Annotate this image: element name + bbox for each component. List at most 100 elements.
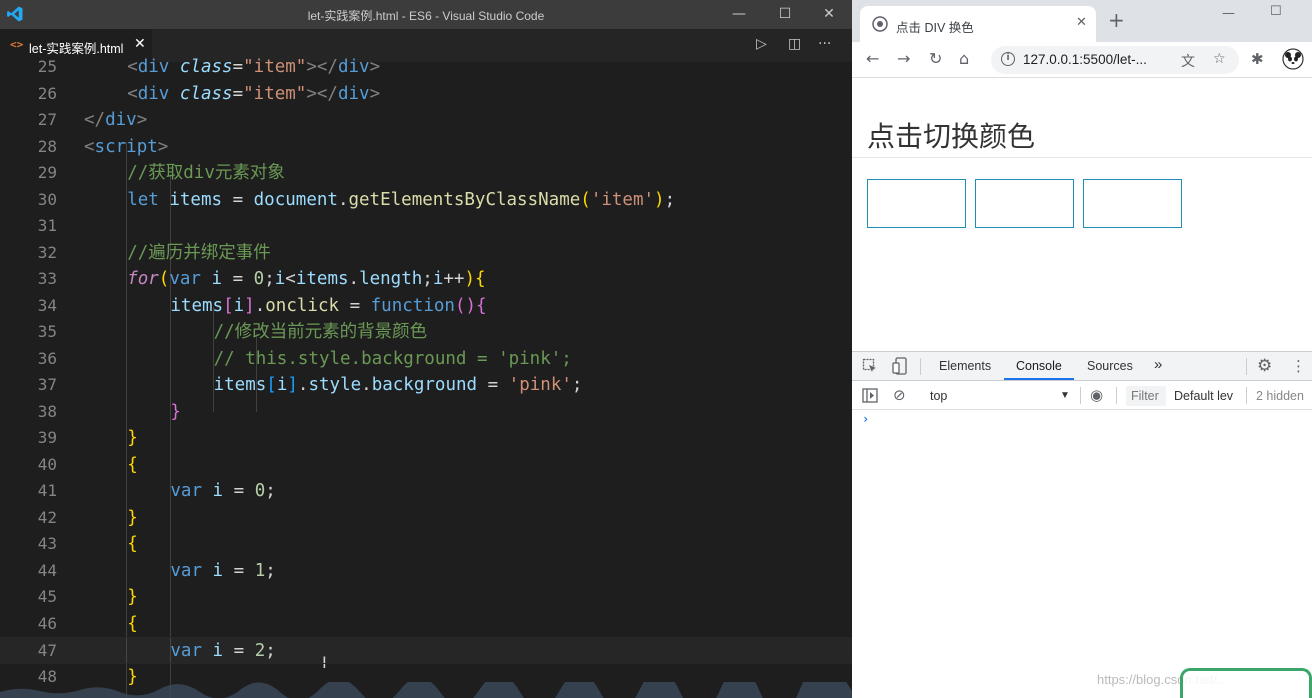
line-number: 30 <box>37 189 57 209</box>
code-token: items <box>213 375 267 395</box>
code-line[interactable]: 47 var i = 2; <box>0 637 852 664</box>
extensions-icon[interactable]: ✱ <box>1251 50 1264 68</box>
code-token: ] <box>287 375 298 395</box>
line-number: 41 <box>37 481 57 500</box>
code-token: 0 <box>253 269 265 289</box>
console-sidebar-icon[interactable] <box>862 388 878 403</box>
code-line[interactable]: 25 <div class="item"></div> <box>0 54 852 81</box>
browser-tabstrip: 点击 DIV 换色 ✕ + — ☐ <box>852 0 1312 42</box>
home-icon[interactable]: ⌂ <box>959 49 969 69</box>
code-token: items <box>169 189 223 210</box>
code-line[interactable]: 27 </div> <box>0 107 852 134</box>
more-vertical-icon[interactable]: ⋮ <box>1291 357 1306 375</box>
code-line[interactable]: 42} <box>0 505 852 532</box>
code-line[interactable]: 45} <box>0 584 852 611</box>
code-line[interactable]: 44 var i = 1; <box>0 558 852 585</box>
code-line[interactable]: 31 <box>0 213 852 240</box>
minimize-button[interactable]: — <box>716 0 762 29</box>
code-line[interactable]: 40 { <box>0 452 852 479</box>
close-tab-icon[interactable]: ✕ <box>1076 15 1087 30</box>
line-number: 37 <box>37 375 57 394</box>
close-window-button[interactable]: ✕ <box>806 0 852 29</box>
console-filter-input[interactable]: Filter <box>1126 386 1166 406</box>
address-bar[interactable]: i 127.0.0.1:5500/let-... 文 ☆ <box>991 46 1239 74</box>
code-line[interactable]: 43 { <box>0 531 852 558</box>
code-line[interactable]: 32 //遍历并绑定事件 <box>0 240 852 267</box>
color-item-1[interactable] <box>867 179 966 228</box>
line-number: 38 <box>37 401 57 421</box>
console-prompt[interactable]: › <box>862 412 869 426</box>
color-item-3[interactable] <box>1083 179 1182 228</box>
code-line[interactable]: 41 var i = 0; <box>0 478 852 505</box>
code-line[interactable]: 30 let items = document.getElementsByClas… <box>0 187 852 214</box>
code-line[interactable]: 37 items[i].style.background = 'pink'; <box>0 372 852 399</box>
code-token: //修改当前元素的背景颜色 <box>213 322 428 342</box>
clear-console-icon[interactable]: ⊘ <box>893 386 906 404</box>
code-token: for <box>127 269 159 289</box>
color-item-2[interactable] <box>975 179 1074 228</box>
code-token: . <box>348 269 360 289</box>
bookmark-star-icon[interactable]: ☆ <box>1213 51 1226 67</box>
tab-sources[interactable]: Sources <box>1087 359 1133 373</box>
code-line[interactable]: 33 for(var i = 0;i<items.length;i++){ <box>0 266 852 293</box>
more-actions-icon[interactable]: ··· <box>818 36 831 52</box>
code-token: = <box>477 375 509 395</box>
console-toolbar: ⊘ top ▼ ◉ Filter Default lev 2 hidden <box>852 381 1312 410</box>
maximize-button[interactable]: ☐ <box>762 0 808 29</box>
device-toolbar-icon[interactable] <box>892 357 908 375</box>
back-icon[interactable]: ← <box>866 49 879 69</box>
tab-elements[interactable]: Elements <box>939 359 991 373</box>
code-token: i <box>211 269 223 289</box>
code-token: class <box>179 57 233 77</box>
code-token: i <box>212 481 224 501</box>
code-text: //修改当前元素的背景颜色 <box>214 319 428 346</box>
split-editor-icon[interactable]: ◫ <box>788 36 801 52</box>
code-line[interactable]: 36 // this.style.background = 'pink'; <box>0 346 852 373</box>
gear-icon[interactable]: ⚙ <box>1257 356 1272 376</box>
forward-icon[interactable]: → <box>897 49 910 69</box>
code-line[interactable]: 29 //获取div元素对象 <box>0 160 852 187</box>
decorative-wave <box>0 682 852 698</box>
code-token: { <box>127 534 138 554</box>
browser-tab[interactable]: 点击 DIV 换色 ✕ <box>860 6 1096 42</box>
log-level-selector[interactable]: Default lev <box>1174 389 1233 403</box>
code-token: ></ <box>306 83 338 104</box>
translate-icon[interactable]: 文 <box>1181 51 1195 71</box>
minimize-button[interactable]: — <box>1222 6 1235 21</box>
eye-icon[interactable]: ◉ <box>1090 386 1103 404</box>
code-token: 1 <box>254 560 266 581</box>
line-number: 39 <box>37 428 57 447</box>
new-tab-button[interactable]: + <box>1108 10 1125 30</box>
line-number: 26 <box>37 83 57 103</box>
code-token: ; <box>265 481 276 501</box>
code-editor[interactable]: I 25 <div class="item"></div> 26 <div class… <box>0 57 852 698</box>
code-token: length <box>359 269 423 289</box>
code-text: <div class="item"></div> <box>127 81 380 108</box>
run-icon[interactable]: ▷ <box>756 36 767 52</box>
code-token: i <box>274 269 286 289</box>
code-line[interactable]: 28 <script> <box>0 134 852 161</box>
code-line[interactable]: 26 <div class="item"></div> <box>0 81 852 108</box>
line-number: 25 <box>37 57 57 76</box>
tab-console[interactable]: Console <box>1016 359 1062 373</box>
code-line[interactable]: 46 { <box>0 611 852 638</box>
code-token: = <box>223 560 255 581</box>
code-token: (){ <box>454 295 487 316</box>
code-line[interactable]: 39} <box>0 425 852 452</box>
maximize-button[interactable]: ☐ <box>1270 4 1282 19</box>
code-line[interactable]: 35 //修改当前元素的背景颜色 <box>0 319 852 346</box>
code-line[interactable]: 34 items[i].onclick = function(){ <box>0 293 852 320</box>
context-selector[interactable]: top <box>930 389 947 403</box>
close-tab-icon[interactable]: ✕ <box>134 36 146 52</box>
code-text: var i = 1; <box>170 558 275 585</box>
profile-avatar-icon[interactable] <box>1282 48 1304 70</box>
code-line[interactable]: 38} <box>0 399 852 426</box>
site-info-icon[interactable]: i <box>1001 52 1015 66</box>
code-token: document <box>253 189 338 210</box>
inspect-element-icon[interactable] <box>862 358 878 374</box>
code-text: var i = 2; <box>170 638 275 665</box>
code-token: > <box>157 136 169 157</box>
reload-icon[interactable]: ↻ <box>929 49 942 69</box>
chevron-down-icon[interactable]: ▼ <box>1060 390 1070 401</box>
more-tabs-icon[interactable]: » <box>1154 356 1162 373</box>
